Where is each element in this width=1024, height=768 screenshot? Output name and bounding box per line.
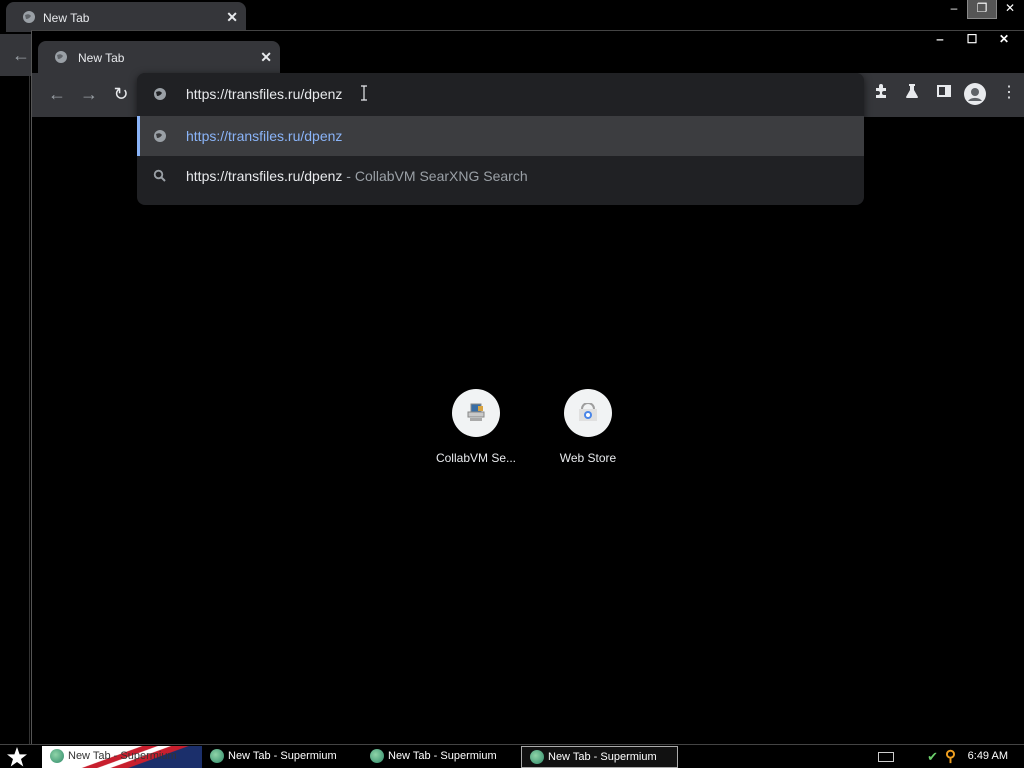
search-icon [153, 169, 166, 182]
suggestion-text: https://transfiles.ru/dpenz [186, 128, 343, 144]
suggestion-url[interactable]: https://transfiles.ru/dpenz [137, 116, 864, 156]
globe-icon [154, 88, 166, 100]
address-input[interactable]: https://transfiles.ru/dpenz [186, 86, 342, 102]
browser-icon [50, 749, 64, 763]
clock[interactable]: 6:49 AM [968, 750, 1008, 762]
taskbar-item-active[interactable]: New Tab - Supermium [521, 746, 678, 768]
suggestion-search[interactable]: https://transfiles.ru/dpenz - CollabVM S… [137, 156, 864, 196]
reload-button[interactable]: ↻ [111, 85, 131, 103]
globe-icon [55, 51, 67, 63]
background-tab-close-button[interactable]: ✕ [226, 9, 238, 26]
menu-button[interactable]: ⋮ [998, 83, 1020, 103]
shortcut-collabvm[interactable]: CollabVM Se... [421, 389, 531, 465]
shortcut-circle [452, 389, 500, 437]
globe-icon [23, 11, 35, 23]
restore-button[interactable]: ❐ [967, 0, 997, 19]
shortcut-label: CollabVM Se... [435, 451, 517, 465]
suggestion-url-text: https://transfiles.ru/dpenz [186, 168, 343, 184]
shortcut-circle [564, 389, 612, 437]
extensions-icon[interactable] [870, 83, 892, 105]
background-tab-title: New Tab [43, 11, 90, 25]
computer-icon [467, 403, 485, 421]
avatar-icon[interactable] [964, 83, 986, 111]
taskbar-item[interactable]: New Tab - Supermium [202, 746, 360, 768]
network-icon[interactable]: ✔ [927, 749, 938, 765]
browser-icon [370, 749, 384, 763]
tab-close-button[interactable]: ✕ [260, 49, 272, 66]
omnibox-dropdown: https://transfiles.ru/dpenz https://tran… [137, 73, 864, 205]
system-tray: ✔ ⚲ 6:49 AM [824, 745, 1024, 768]
taskbar-item-label: New Tab - Supermium [68, 750, 177, 762]
tab-title: New Tab [78, 51, 125, 65]
close-button[interactable]: ✕ [996, 0, 1024, 18]
window-controls: ‒ ☐ ✕ [924, 31, 1020, 49]
minimize-button[interactable]: ‒ [924, 31, 956, 49]
suggestion-text: https://transfiles.ru/dpenz - CollabVM S… [186, 168, 528, 184]
search-icon[interactable]: ⚲ [945, 747, 956, 765]
taskbar-item-label: New Tab - Supermium [228, 750, 337, 762]
flask-icon[interactable] [901, 83, 923, 105]
tab-strip: New Tab ✕ [32, 31, 1024, 73]
browser-icon [530, 750, 544, 764]
close-button[interactable]: ✕ [988, 31, 1020, 49]
text-cursor-icon [361, 85, 367, 101]
maximize-button[interactable]: ☐ [956, 31, 988, 49]
background-tab-strip: New Tab ✕ [0, 0, 1024, 34]
address-bar[interactable]: https://transfiles.ru/dpenz [137, 73, 864, 115]
star-icon [7, 747, 27, 767]
keyboard-icon[interactable] [878, 752, 894, 762]
browser-icon [210, 749, 224, 763]
desktop: New Tab ✕ ‒ ❐ ✕ ← New Tab ✕ ‒ ☐ ✕ ← → ↻ … [0, 0, 1024, 768]
background-window-edge [0, 76, 30, 744]
side-panel-icon[interactable] [933, 83, 955, 105]
taskbar-item[interactable]: New Tab - Supermium [362, 746, 520, 768]
back-button[interactable]: ← [47, 85, 67, 103]
minimize-button[interactable]: ‒ [940, 0, 968, 18]
suggestion-description: - CollabVM SearXNG Search [342, 168, 528, 184]
taskbar-item-label: New Tab - Supermium [388, 750, 497, 762]
start-button[interactable] [6, 746, 28, 768]
taskbar-item[interactable]: New Tab - Supermium [42, 746, 202, 768]
taskbar-item-label: New Tab - Supermium [548, 751, 657, 763]
forward-button[interactable]: → [79, 85, 99, 103]
background-window-controls: ‒ ❐ ✕ [940, 0, 1024, 19]
background-tab[interactable]: New Tab ✕ [6, 2, 246, 32]
tab-new-tab[interactable]: New Tab ✕ [38, 41, 280, 73]
taskbar: New Tab - Supermium New Tab - Supermium … [0, 744, 1024, 768]
web-store-icon [579, 403, 597, 421]
background-back-button[interactable]: ← [12, 45, 30, 66]
shortcut-web-store[interactable]: Web Store [533, 389, 643, 465]
globe-icon [154, 130, 166, 142]
shortcut-label: Web Store [559, 451, 617, 465]
